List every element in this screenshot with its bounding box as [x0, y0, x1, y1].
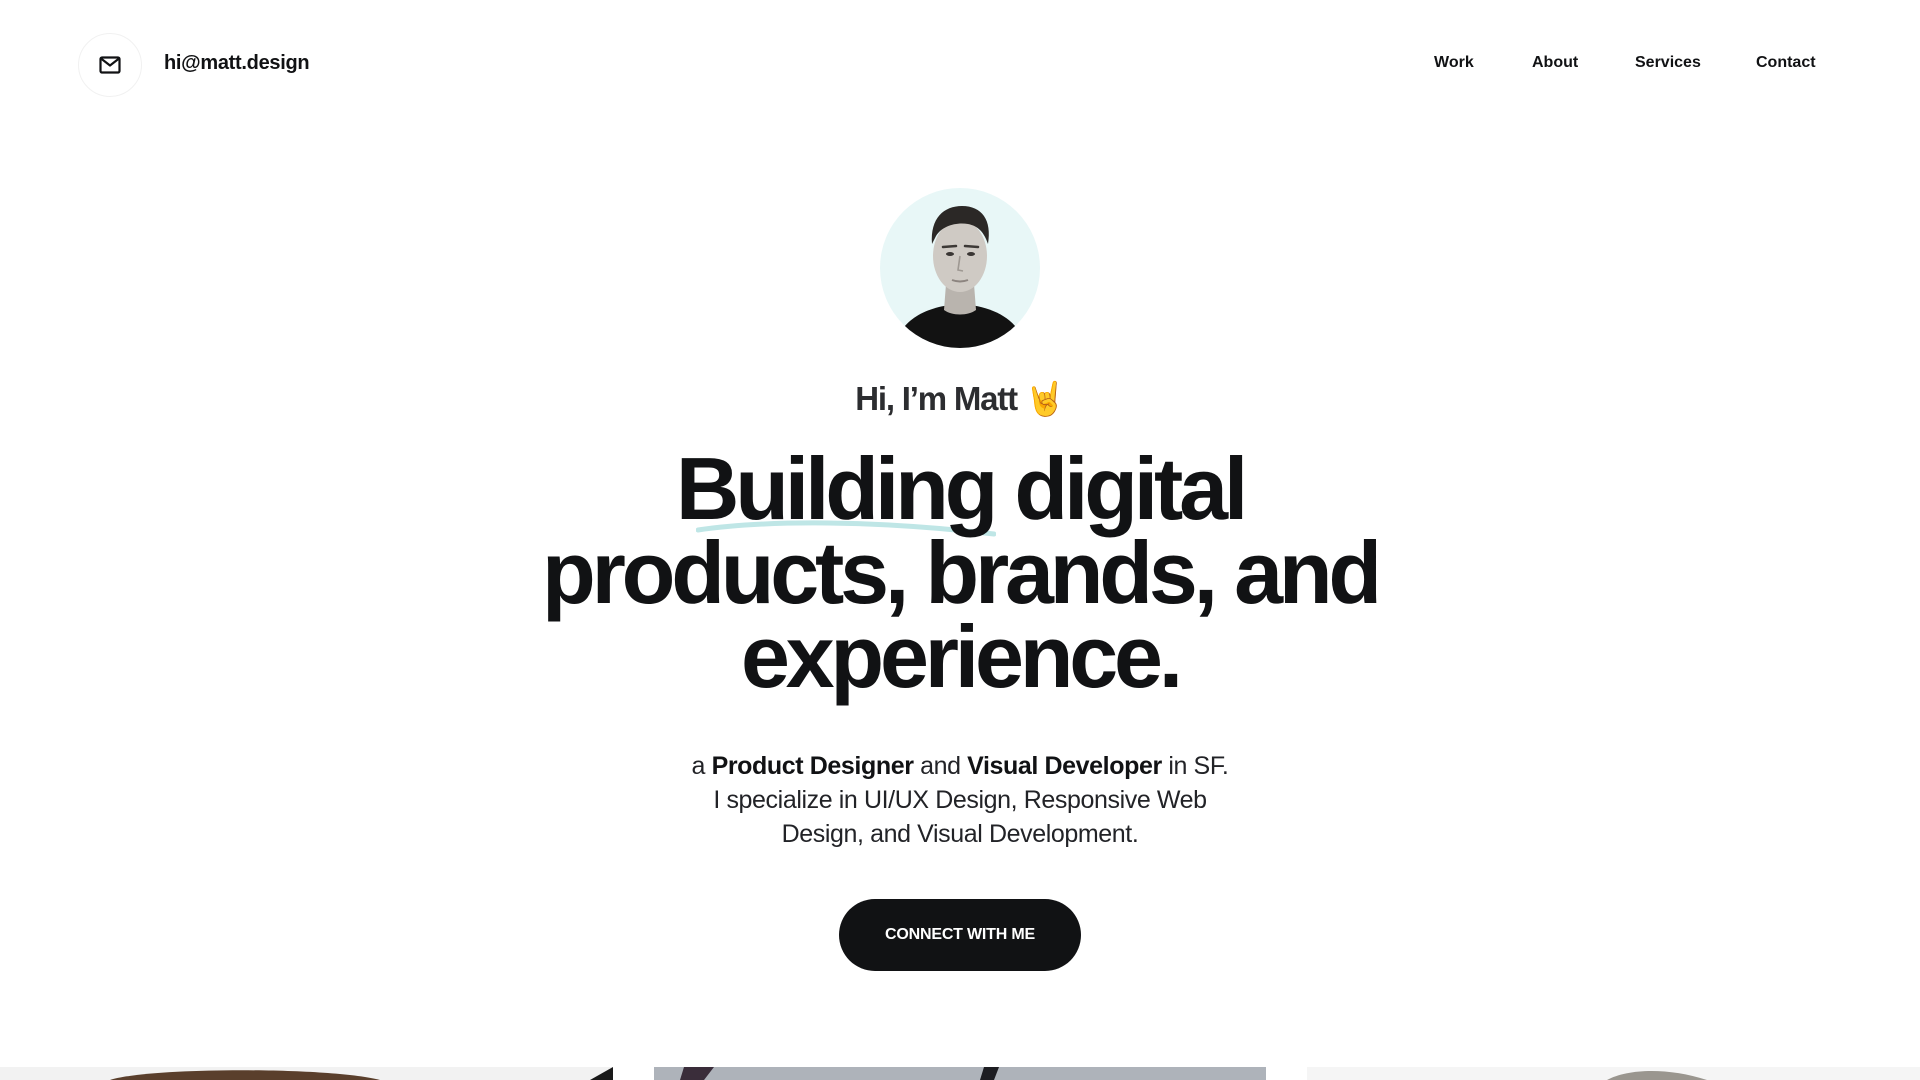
- work-preview-card-3[interactable]: [1307, 1067, 1920, 1080]
- greeting: Hi, I’m Matt 🤘: [660, 380, 1260, 419]
- site-header: hi@matt.design Work About Services Conta…: [0, 0, 1920, 130]
- nav-item-work[interactable]: Work: [1434, 54, 1474, 72]
- card-1-image: [110, 1067, 613, 1080]
- headline-line-3: experience.: [740, 607, 1183, 706]
- work-preview-card-1[interactable]: [0, 1067, 613, 1080]
- connect-button[interactable]: CONNECT WITH ME: [839, 899, 1081, 971]
- description-line-3: Design, and Visual Development.: [781, 820, 1139, 848]
- email-link[interactable]: hi@matt.design: [164, 52, 310, 75]
- work-preview-card-2[interactable]: [654, 1067, 1266, 1080]
- description-and: and: [913, 752, 968, 780]
- nav-item-services[interactable]: Services: [1635, 54, 1701, 72]
- role-product-designer: Product Designer: [711, 752, 914, 780]
- description-prefix: a: [691, 752, 712, 780]
- hero-description: a Product Designer and Visual Developer …: [660, 749, 1260, 851]
- envelope-icon: [99, 56, 121, 74]
- mail-button[interactable]: [78, 33, 142, 97]
- role-visual-developer: Visual Developer: [967, 752, 1162, 780]
- nav-item-contact[interactable]: Contact: [1756, 54, 1816, 72]
- rock-hand-emoji: 🤘: [1024, 380, 1066, 417]
- description-line-2: I specialize in UI/UX Design, Responsive…: [713, 786, 1207, 814]
- profile-photo: [894, 206, 1026, 348]
- avatar: [880, 188, 1040, 348]
- headline-line-1: Building digital: [675, 439, 1248, 538]
- description-suffix: in SF.: [1161, 752, 1229, 780]
- greeting-text: Hi, I’m Matt: [855, 380, 1018, 417]
- card-2-image: [654, 1067, 1266, 1080]
- description-line-1: a Product Designer and Visual Developer …: [660, 749, 1260, 783]
- card-3-image: [1607, 1070, 1707, 1080]
- main-nav: Work About Services Contact: [1400, 54, 1840, 78]
- headline-line-2: products, brands, and: [542, 523, 1382, 622]
- hero-headline: Building digital products, brands, and e…: [460, 439, 1460, 706]
- nav-item-about[interactable]: About: [1532, 54, 1578, 72]
